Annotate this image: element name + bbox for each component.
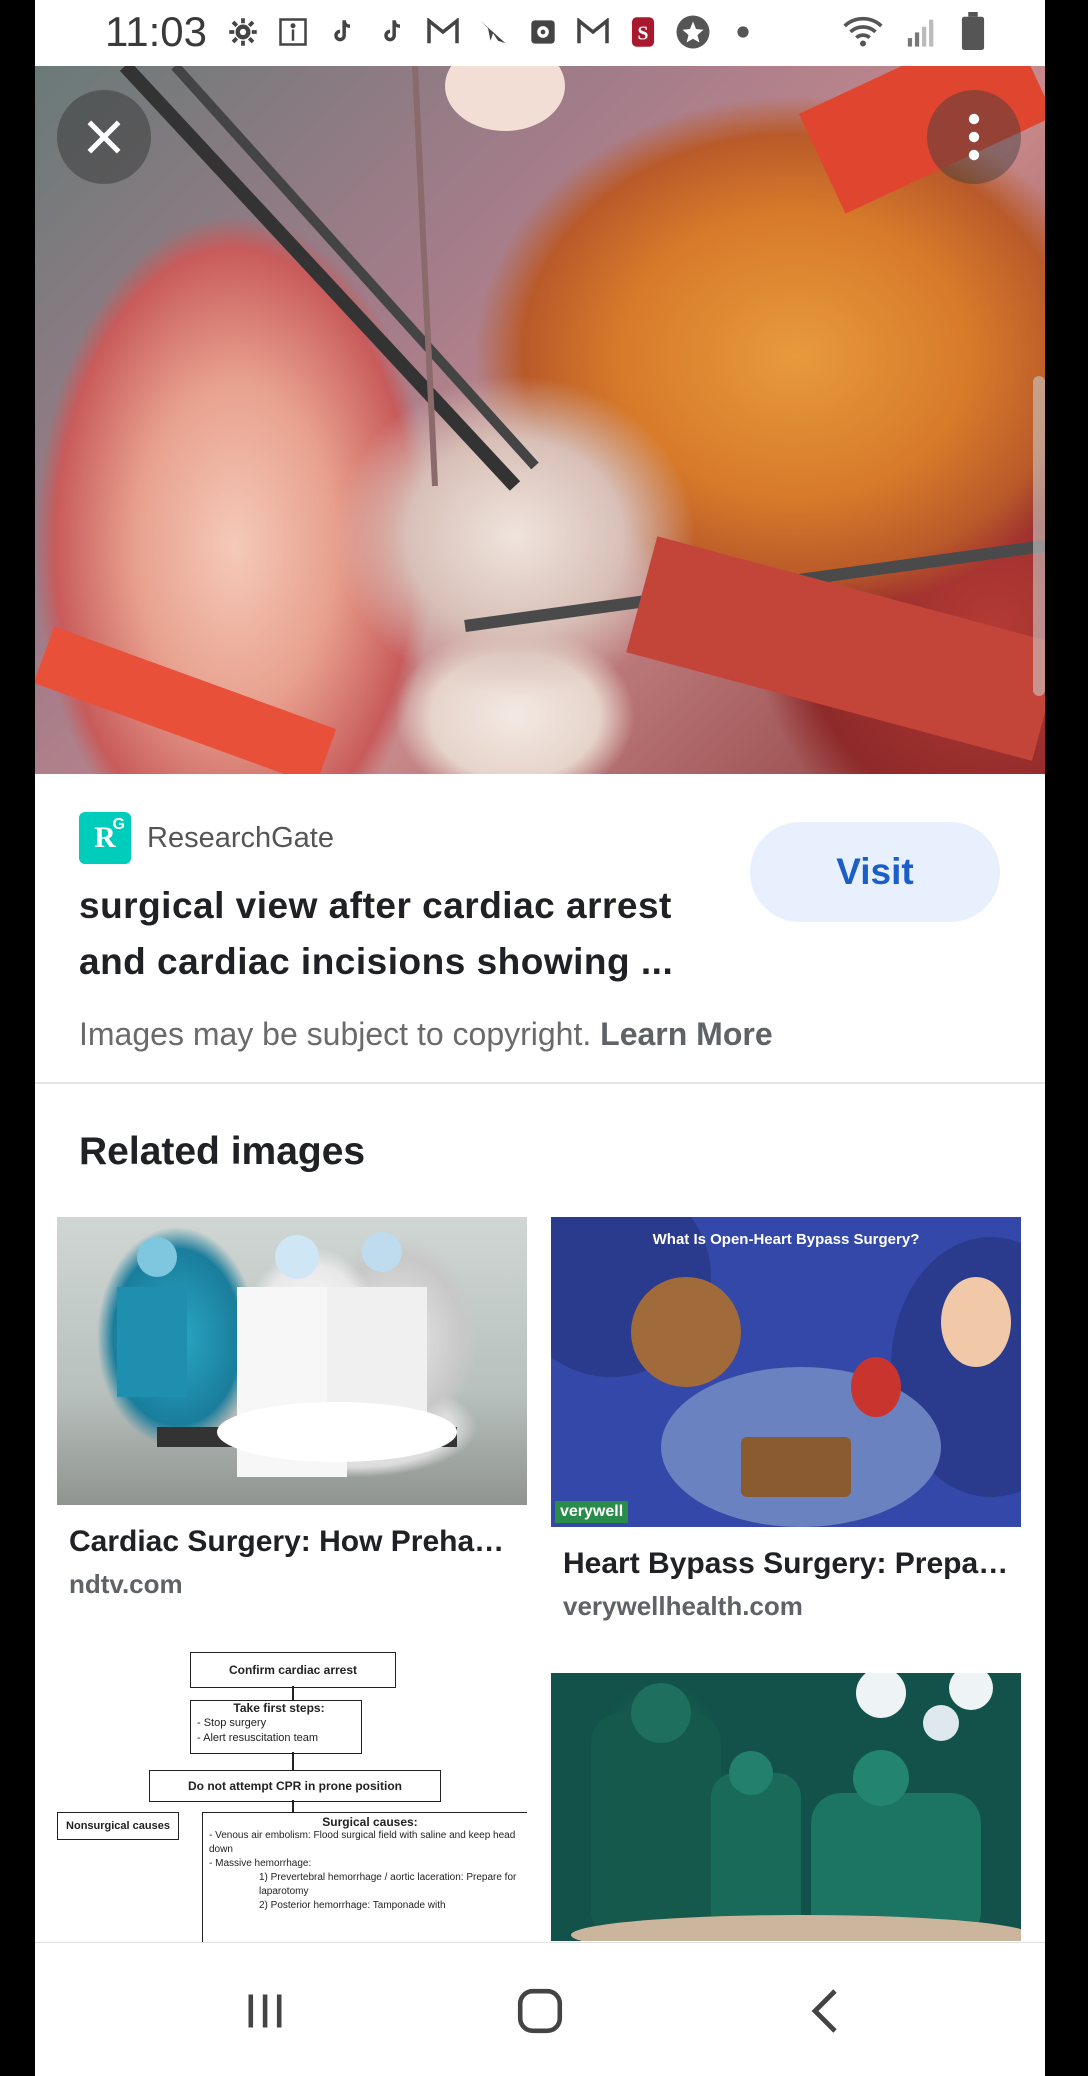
recents-icon <box>248 1994 282 2028</box>
source-name[interactable]: ResearchGate <box>147 822 334 855</box>
accessibility-icon <box>275 14 311 50</box>
related-image-card[interactable]: What Is Open-Heart Bypass Surgery? veryw… <box>551 1217 1021 1622</box>
home-button[interactable] <box>510 1981 570 2041</box>
star-icon <box>675 14 711 50</box>
copyright-text: Images may be subject to copyright. <box>79 1016 592 1052</box>
svg-text:S: S <box>638 22 649 44</box>
learn-more-link[interactable]: Learn More <box>600 1016 772 1052</box>
wifi-icon <box>843 14 883 53</box>
flow-step: Take first steps: - Stop surgery - Alert… <box>190 1700 362 1754</box>
close-button[interactable] <box>57 90 151 184</box>
dot-icon <box>725 14 761 50</box>
related-image-thumbnail[interactable]: What Is Open-Heart Bypass Surgery? veryw… <box>551 1217 1021 1527</box>
surgical-photo <box>35 66 1045 774</box>
verywell-logo: verywell <box>555 1501 629 1523</box>
settings-icon <box>225 14 261 50</box>
related-image-thumbnail[interactable]: Confirm cardiac arrest Take first steps:… <box>57 1652 527 1942</box>
stanford-icon: S <box>625 14 661 50</box>
back-button[interactable] <box>795 1981 855 2041</box>
close-icon <box>87 120 121 154</box>
researchgate-logo: RG <box>79 812 131 864</box>
tiktok-icon <box>325 14 361 50</box>
image-preview[interactable] <box>35 66 1045 774</box>
related-image-thumbnail[interactable] <box>551 1673 1021 1941</box>
scroll-indicator <box>1033 376 1045 696</box>
related-image-card[interactable]: Cardiac Surgery: How Prehab… ndtv.com <box>57 1217 527 1600</box>
flow-step: Surgical causes: - Venous air embolism: … <box>202 1812 527 1942</box>
recents-button[interactable] <box>235 1981 295 2041</box>
related-image-card[interactable]: Confirm cardiac arrest Take first steps:… <box>57 1652 527 1942</box>
related-image-thumbnail[interactable] <box>57 1217 527 1505</box>
system-icons <box>843 12 985 55</box>
related-image-card[interactable] <box>551 1673 1021 1941</box>
more-options-button[interactable] <box>927 90 1021 184</box>
visit-button[interactable]: Visit <box>750 822 1000 922</box>
tiktok-icon <box>375 14 411 50</box>
related-image-caption[interactable]: Heart Bypass Surgery: Prepar… <box>563 1547 1013 1581</box>
related-image-domain: verywellhealth.com <box>563 1591 803 1621</box>
flow-step: Nonsurgical causes <box>57 1812 179 1840</box>
signal-icon <box>905 14 939 53</box>
divider <box>35 1082 1045 1084</box>
flow-step: Do not attempt CPR in prone position <box>149 1770 441 1802</box>
navigation-bar <box>35 1942 1045 2076</box>
notification-icons: S <box>225 14 761 50</box>
flow-step: Confirm cardiac arrest <box>190 1652 396 1688</box>
more-vert-icon <box>968 113 980 161</box>
status-bar: 11:03 S <box>35 0 1045 66</box>
related-images-heading: Related images <box>79 1130 366 1173</box>
back-icon <box>811 1989 837 2033</box>
battery-icon <box>961 12 985 55</box>
status-time: 11:03 <box>105 8 207 55</box>
source-row[interactable]: RG ResearchGate <box>79 812 334 864</box>
calendar-icon <box>525 14 561 50</box>
gmail-icon <box>425 14 461 50</box>
infographic-banner: What Is Open-Heart Bypass Surgery? <box>652 1231 920 1248</box>
send-icon <box>475 14 511 50</box>
related-image-caption[interactable]: Cardiac Surgery: How Prehab… <box>69 1525 519 1559</box>
phone-screen: 11:03 S R G ResearchGate surgical view a… <box>35 0 1045 2076</box>
copyright-notice: Images may be subject to copyright. Lear… <box>79 1016 773 1053</box>
gmail-icon <box>575 14 611 50</box>
result-title[interactable]: surgical view after cardiac arrest and c… <box>79 878 739 990</box>
related-image-domain: ndtv.com <box>69 1569 183 1599</box>
home-icon <box>517 1988 563 2034</box>
